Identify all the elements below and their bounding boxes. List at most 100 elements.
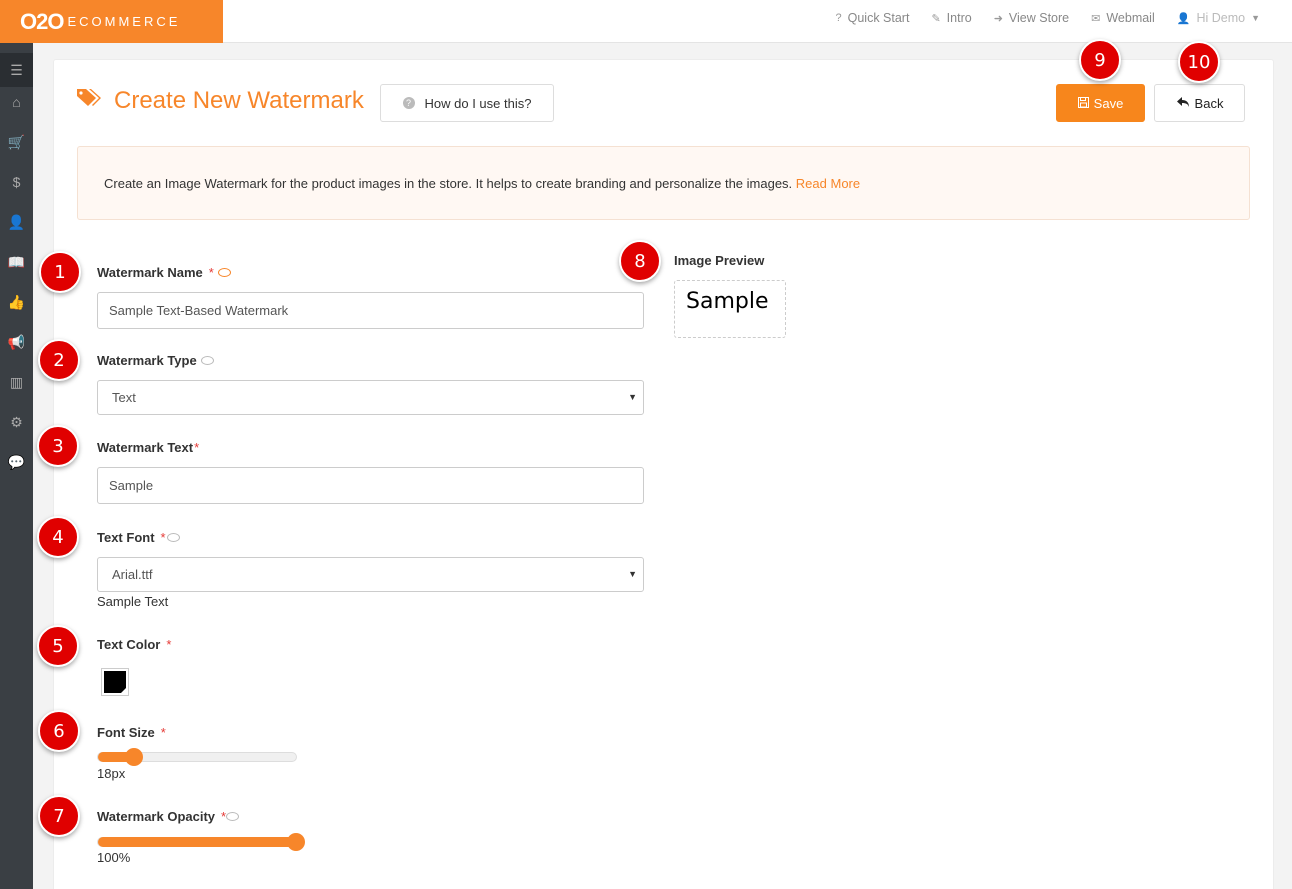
- dollar-icon[interactable]: $: [0, 165, 33, 199]
- required-asterisk: *: [160, 725, 166, 740]
- step-marker-2: 2: [38, 339, 80, 381]
- watermark-text-input[interactable]: Sample: [97, 467, 644, 504]
- nav-label: Webmail: [1106, 11, 1155, 25]
- top-nav: ? Quick Start ✎ Intro ➜ View Store ✉ Web…: [814, 0, 1267, 36]
- label-text: Text Color: [97, 637, 161, 652]
- book-icon[interactable]: 📖: [0, 245, 33, 279]
- comment-icon[interactable]: [200, 356, 214, 365]
- slider-handle[interactable]: [124, 748, 143, 766]
- color-swatch: [104, 671, 126, 693]
- required-asterisk: *: [160, 530, 166, 545]
- font-size-label: Font Size *: [97, 725, 166, 740]
- menu-icon[interactable]: ☰: [0, 53, 33, 87]
- help-button[interactable]: ? How do I use this?: [380, 84, 554, 122]
- save-button-label: Save: [1093, 95, 1124, 111]
- page-title-text: Create New Watermark: [114, 87, 364, 114]
- comment-icon[interactable]: [217, 268, 231, 277]
- image-preview: Sample: [674, 280, 786, 338]
- save-button[interactable]: Save: [1056, 84, 1145, 122]
- step-marker-5: 5: [37, 625, 79, 667]
- label-text: Watermark Name: [97, 265, 203, 280]
- user-icon: 👤: [1176, 12, 1191, 25]
- step-marker-3: 3: [37, 425, 79, 467]
- floppy-icon: [1077, 96, 1089, 111]
- watermark-name-input[interactable]: Sample Text-Based Watermark: [97, 292, 644, 329]
- top-bar: O2O ECOMMERCE ? Quick Start ✎ Intro ➜ Vi…: [0, 0, 1292, 43]
- nav-view-store[interactable]: ➜ View Store: [994, 11, 1069, 25]
- reply-icon: [1176, 96, 1190, 111]
- step-marker-6: 6: [38, 710, 80, 752]
- caret-down-icon: ▼: [628, 569, 637, 579]
- required-asterisk: *: [194, 440, 200, 455]
- text-font-select[interactable]: Arial.ttf ▼: [97, 557, 644, 592]
- watermark-type-select[interactable]: Text ▼: [97, 380, 644, 415]
- question-icon: ?: [835, 12, 842, 24]
- watermark-text-label: Watermark Text *: [97, 440, 199, 455]
- text-font-label: Text Font *: [97, 530, 180, 545]
- home-icon[interactable]: ⌂: [0, 85, 33, 119]
- comment-icon[interactable]: [166, 533, 180, 542]
- image-preview-label: Image Preview: [674, 253, 765, 268]
- nav-label: View Store: [1008, 11, 1070, 25]
- comment-icon[interactable]: [226, 812, 240, 821]
- cogs-icon[interactable]: ⚙: [0, 405, 33, 439]
- opacity-slider[interactable]: [97, 833, 305, 851]
- user-icon[interactable]: 👤: [0, 205, 33, 239]
- nav-label: Quick Start: [847, 11, 910, 25]
- label-text: Watermark Text: [97, 440, 194, 455]
- slider-fill: [98, 837, 296, 847]
- nav-quick-start[interactable]: ? Quick Start: [836, 11, 910, 25]
- step-marker-10: 10: [1178, 41, 1220, 83]
- tags-icon: [76, 87, 102, 115]
- sign-in-icon: ➜: [993, 12, 1003, 25]
- slider-handle[interactable]: [287, 833, 305, 851]
- page-title: Create New Watermark: [76, 87, 364, 115]
- logo[interactable]: O2O ECOMMERCE: [0, 0, 223, 43]
- step-marker-9: 9: [1079, 39, 1121, 81]
- required-asterisk: *: [166, 637, 172, 652]
- caret-down-icon: ▼: [628, 392, 637, 402]
- watermark-name-label: Watermark Name *: [97, 265, 231, 280]
- question-icon: ?: [402, 97, 415, 109]
- required-asterisk: *: [208, 265, 214, 280]
- step-marker-8: 8: [619, 240, 661, 282]
- info-box: Create an Image Watermark for the produc…: [77, 146, 1250, 220]
- text-color-label: Text Color *: [97, 637, 171, 652]
- font-size-value: 18px: [97, 766, 126, 781]
- watermark-opacity-label: Watermark Opacity *: [97, 809, 240, 824]
- step-marker-1: 1: [39, 251, 81, 293]
- watermark-type-label: Watermark Type: [97, 353, 214, 368]
- wand-icon: ✎: [931, 12, 941, 25]
- bullhorn-icon[interactable]: 📢: [0, 325, 33, 359]
- nav-webmail[interactable]: ✉ Webmail: [1091, 11, 1155, 25]
- envelope-icon: ✉: [1091, 12, 1101, 25]
- help-button-label: How do I use this?: [424, 95, 532, 111]
- label-text: Watermark Type: [97, 353, 197, 368]
- nav-intro[interactable]: ✎ Intro: [931, 11, 971, 25]
- nav-label: Intro: [946, 11, 972, 25]
- user-menu[interactable]: 👤 Hi Demo ▼: [1177, 11, 1266, 25]
- label-text: Text Font: [97, 530, 155, 545]
- opacity-value: 100%: [97, 850, 131, 865]
- chevron-down-icon: ▼: [1251, 13, 1260, 23]
- logo-text: ECOMMERCE: [67, 14, 181, 29]
- select-value: Text: [112, 390, 136, 405]
- color-picker[interactable]: [101, 668, 129, 696]
- cart-icon[interactable]: 🛒: [0, 125, 33, 159]
- user-greeting: Hi Demo: [1196, 11, 1246, 25]
- back-button[interactable]: Back: [1154, 84, 1245, 122]
- logo-mark: O2O: [20, 8, 64, 34]
- step-marker-7: 7: [38, 795, 80, 837]
- label-text: Watermark Opacity: [97, 809, 216, 824]
- label-text: Font Size: [97, 725, 155, 740]
- thumbs-up-icon[interactable]: 👍: [0, 285, 33, 319]
- sidebar: ☰ ⌂ 🛒 $ 👤 📖 👍 📢 ▥ ⚙ 💬: [0, 43, 33, 889]
- font-size-slider[interactable]: [97, 748, 297, 766]
- font-sample-text: Sample Text: [97, 594, 169, 609]
- comment-icon[interactable]: 💬: [0, 445, 33, 479]
- back-button-label: Back: [1194, 95, 1224, 111]
- bar-chart-icon[interactable]: ▥: [0, 365, 33, 399]
- read-more-link[interactable]: Read More: [796, 176, 860, 191]
- step-marker-4: 4: [37, 516, 79, 558]
- info-text: Create an Image Watermark for the produc…: [104, 176, 793, 191]
